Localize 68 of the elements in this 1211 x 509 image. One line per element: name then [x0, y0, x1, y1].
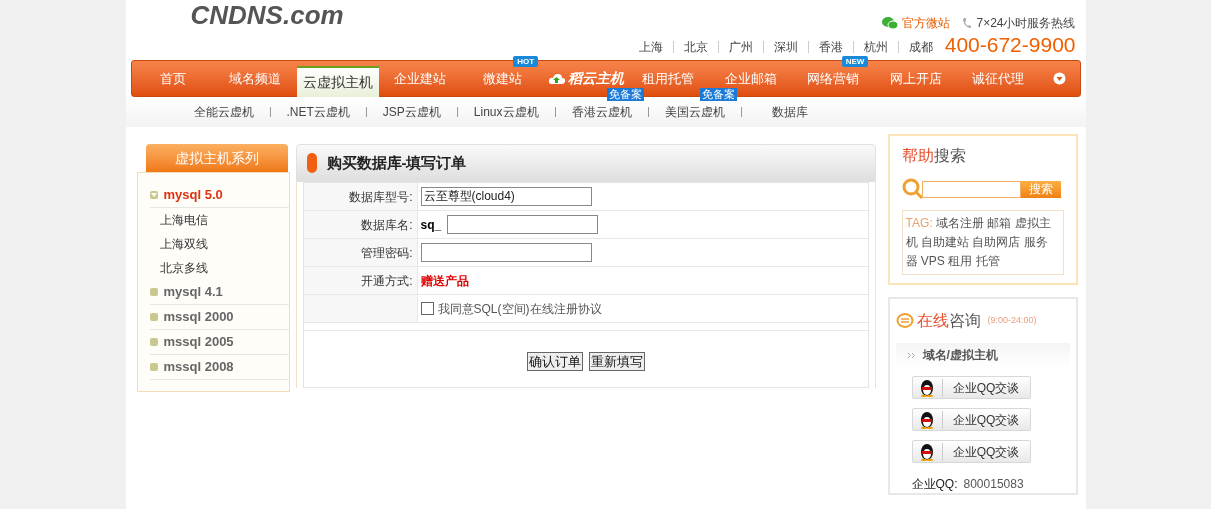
input-field[interactable]: 云至尊型(cloud4) [420, 187, 592, 206]
sidebar-item[interactable]: mysql 4.1 [163, 282, 223, 302]
city-link[interactable]: 香港 [818, 38, 843, 56]
consult-title: 在线咨询 [916, 311, 981, 331]
badge: 免备案 [606, 88, 644, 101]
badge: HOT [513, 56, 539, 67]
cloud-icon [547, 72, 566, 85]
header-marker-icon [306, 153, 317, 173]
city-link[interactable]: 成都 [908, 38, 933, 56]
sidebar-subitem[interactable]: 上海电信 [149, 208, 289, 232]
chevron-icon [907, 352, 915, 358]
search-icon [901, 178, 924, 200]
chat-icon [895, 313, 914, 329]
penguin-icon [919, 378, 935, 397]
form-button[interactable]: 确认订单 [526, 351, 583, 371]
prefix-text: sq_ [420, 216, 442, 234]
penguin-icon [919, 442, 935, 461]
hotline-label: 7×24小时服务热线 [976, 15, 1076, 32]
sidebar-subitem[interactable]: 上海双线 [149, 232, 289, 256]
subnav-link[interactable]: 数据库 [771, 105, 808, 119]
wechat-link[interactable]: 官方微站 [902, 14, 951, 32]
subnav-link[interactable]: JSP云虚机 [382, 105, 441, 119]
sidebar-title: 虚拟主机系列 [146, 144, 288, 172]
city-link[interactable]: 上海 [638, 38, 663, 56]
subnav-link[interactable]: Linux云虚机 [473, 105, 539, 119]
subnav-link[interactable]: 全能云虚机 [193, 105, 254, 119]
nav-tab[interactable]: 云虚拟主机 [296, 66, 379, 97]
search-field[interactable] [921, 180, 1021, 198]
badge: NEW [841, 56, 869, 67]
subnav-link[interactable]: 美国云虚机 [664, 105, 725, 119]
order-title: 购买数据库-填写订单 [326, 152, 467, 173]
qq-chat-button[interactable]: 企业QQ交谈 [911, 440, 1031, 463]
city-link[interactable]: 广州 [728, 38, 753, 56]
wechat-icon [882, 16, 899, 30]
agree-label: 我同意SQL(空间)在线注册协议 [437, 300, 602, 318]
sidebar-subitem[interactable]: 北京多线 [149, 256, 289, 280]
logo[interactable]: CNDNS.com [190, 2, 344, 28]
hotline-number: 400-672-9900 [944, 34, 1076, 56]
city-link[interactable]: 杭州 [863, 38, 888, 56]
dropdown-icon[interactable] [1053, 72, 1066, 85]
agree-checkbox[interactable] [420, 302, 434, 315]
field-label: 数据库型号: [303, 183, 418, 210]
input-field[interactable] [447, 215, 599, 234]
city-link[interactable]: 北京 [683, 38, 708, 56]
sidebar-item[interactable]: mssql 2008 [163, 357, 234, 377]
sidebar-item[interactable]: mssql 2000 [163, 307, 234, 327]
form-button[interactable]: 重新填写 [588, 351, 645, 371]
phone-icon [962, 17, 973, 29]
badge: 免备案 [699, 88, 737, 101]
help-title: 帮助搜索 [901, 146, 966, 166]
qq-chat-button[interactable]: 企业QQ交谈 [911, 408, 1031, 431]
field-label: 管理密码: [303, 239, 418, 266]
penguin-icon [919, 410, 935, 429]
subnav-link[interactable]: 香港云虚机 [571, 105, 632, 119]
input-field[interactable] [420, 243, 592, 262]
city-link[interactable]: 深圳 [773, 38, 798, 56]
field-label: 数据库名: [303, 211, 418, 238]
field-label: 开通方式: [303, 267, 418, 294]
subnav-link[interactable]: .NET云虚机 [286, 105, 350, 119]
service-hours: (9:00-24:00) [987, 314, 1037, 328]
sidebar-item[interactable]: mysql 5.0 [163, 185, 223, 205]
field-value: 赠送产品 [420, 272, 469, 290]
tag-list: TAG: 域名注册 邮箱 虚拟主机 自助建站 自助网店 服务器 VPS 租用 托管 [905, 214, 1060, 271]
qq-label: 企业QQ: [911, 476, 958, 493]
section-title: 域名/虚拟主机 [922, 347, 998, 364]
qq-number: 800015083 [963, 476, 1024, 493]
qq-chat-button[interactable]: 企业QQ交谈 [911, 376, 1031, 399]
sidebar-item[interactable]: mssql 2005 [163, 332, 234, 352]
